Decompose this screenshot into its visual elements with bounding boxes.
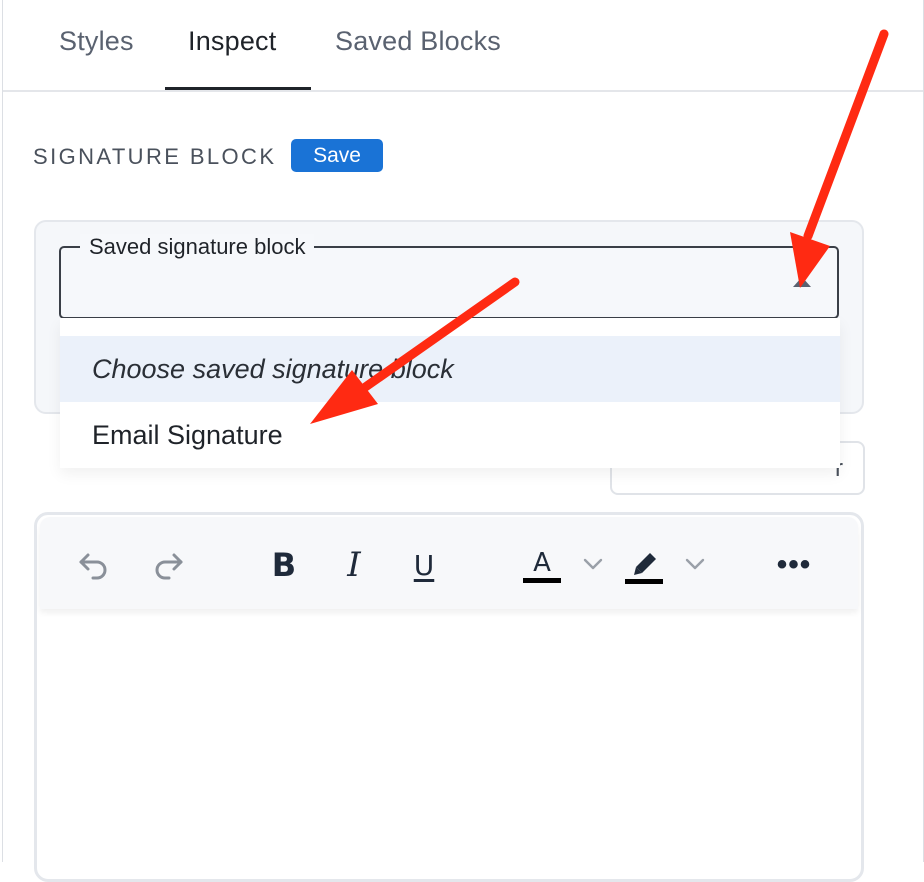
more-icon: ••• [776,548,812,581]
option-placeholder[interactable]: Choose saved signature block [60,336,840,402]
underline-icon: U [413,548,435,582]
chevron-down-icon[interactable] [578,549,608,579]
undo-icon[interactable] [74,545,114,585]
signature-dropdown-list: Choose saved signature block Email Signa… [60,318,840,468]
italic-icon: I [347,545,361,585]
highlight-color-swatch [625,578,663,584]
select-label: Saved signature block [80,234,315,260]
redo-icon[interactable] [148,545,188,585]
chevron-down-icon[interactable] [680,549,710,579]
text-color-button[interactable]: A [520,541,564,589]
underline-button[interactable]: U [404,543,444,587]
tab-inspect[interactable]: Inspect [188,26,276,57]
tab-styles[interactable]: Styles [59,26,134,57]
more-button[interactable]: ••• [770,545,818,585]
caret-up-icon[interactable] [793,277,811,287]
tab-saved-blocks[interactable]: Saved Blocks [335,26,501,57]
text-color-swatch [523,577,561,583]
italic-button[interactable]: I [334,543,374,587]
editor-toolbar: B I U A ••• [40,517,858,609]
section-title: SIGNATURE BLOCK [33,144,277,169]
highlighter-icon [634,552,656,575]
bold-button[interactable]: B [264,543,304,587]
text-color-icon: A [533,547,551,578]
tab-bar: Styles Inspect Saved Blocks [3,0,923,92]
highlight-color-button[interactable] [622,541,666,589]
bold-icon: B [271,546,297,584]
option-email-signature[interactable]: Email Signature [60,402,840,468]
active-tab-indicator [165,87,311,90]
save-button[interactable]: Save [291,139,383,172]
